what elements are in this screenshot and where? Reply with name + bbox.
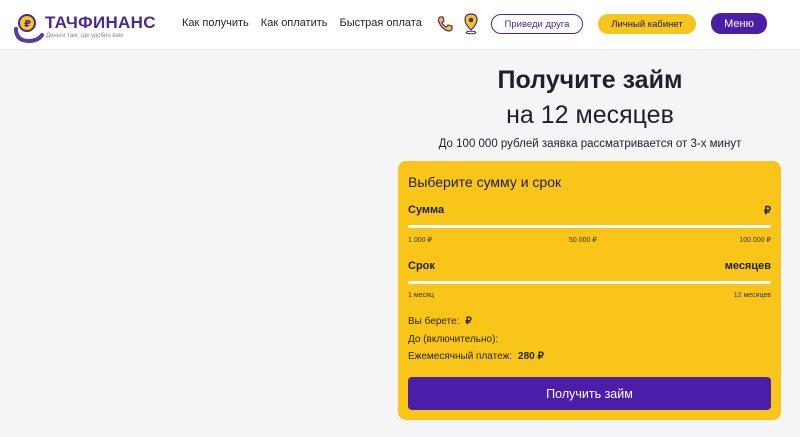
summary-monthly: Ежемесячный платеж: 280 ₽ [408,351,544,362]
nav-quick-pay[interactable]: Быстрая оплата [340,17,422,29]
amount-tick-min: 1 000 ₽ [408,237,432,244]
phone-icon[interactable] [436,15,454,33]
term-tick-min: 1 месяц [408,292,434,299]
main-nav: Как получить Как оплатить Быстрая оплата [182,17,422,29]
personal-cabinet-button[interactable]: Личный кабинет [598,14,696,34]
hero-note: До 100 000 рублей заявка рассматривается… [438,138,742,150]
svg-text:₽: ₽ [24,19,31,30]
menu-button[interactable]: Меню [711,13,767,34]
get-loan-button[interactable]: Получить займ [408,377,771,410]
summary-monthly-label: Ежемесячный платеж: [408,351,513,362]
amount-slider[interactable] [408,225,771,228]
nav-how-to-pay[interactable]: Как оплатить [261,17,328,29]
site-header: ₽ ТАЧФИНАНС Деньги там, где удобно вам К… [0,0,800,50]
term-label: Срок [408,260,435,272]
summary-until-label: До (включительно): [408,334,499,345]
logo-title: ТАЧФИНАНС [45,13,156,32]
term-slider[interactable] [408,281,771,284]
summary-monthly-value: 280 ₽ [518,351,544,362]
logo-subtitle: Деньги там, где удобно вам [46,33,123,39]
summary-take-value: ₽ [465,316,472,327]
summary-take: Вы берете: ₽ [408,316,472,327]
amount-tick-mid: 50 000 ₽ [569,237,597,244]
invite-friend-button[interactable]: Приведи друга [491,14,583,34]
page-subtitle: на 12 месяцев [506,101,674,129]
loan-calculator: Выберите сумму и срок Сумма ₽ 1 000 ₽ 50… [398,161,781,420]
amount-unit: ₽ [764,205,771,217]
logo[interactable]: ₽ ТАЧФИНАНС Деньги там, где удобно вам [12,7,155,43]
term-unit: месяцев [724,260,771,272]
term-tick-max: 12 месяцев [733,292,771,299]
location-pin-icon[interactable] [462,13,480,35]
page-title: Получите займ [497,66,683,94]
amount-tick-max: 100 000 ₽ [739,237,771,244]
summary-take-label: Вы берете: [408,316,460,327]
amount-label: Сумма [408,204,445,216]
nav-how-to-get[interactable]: Как получить [182,17,249,29]
calculator-title: Выберите сумму и срок [408,174,562,190]
summary-until: До (включительно): [408,334,498,345]
logo-mark-icon: ₽ [14,14,44,43]
